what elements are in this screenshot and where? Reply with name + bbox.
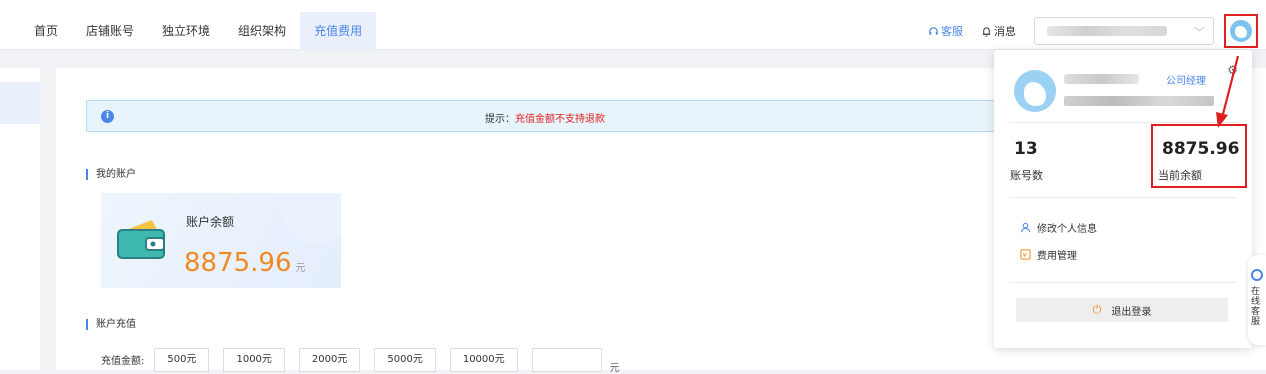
info-icon: i xyxy=(101,110,114,123)
avatar xyxy=(1230,20,1252,42)
main-nav: 首页 店铺账号 独立环境 组织架构 充值费用 xyxy=(20,12,377,50)
amount-option-10000[interactable]: 10000元 xyxy=(449,347,518,372)
account-select[interactable]: ﹀ xyxy=(1034,17,1214,45)
avatar xyxy=(1014,70,1056,112)
balance-value: 8875.96 xyxy=(184,248,292,278)
fee-icon: ¥ xyxy=(1020,249,1031,260)
amount-option-1000[interactable]: 1000元 xyxy=(223,347,285,372)
nav-item-recharge[interactable]: 充值费用 xyxy=(300,12,377,50)
divider xyxy=(1010,197,1236,198)
sidebar-item-selected[interactable] xyxy=(0,82,40,124)
logout-label: 退出登录 xyxy=(1111,306,1152,318)
online-service-tab[interactable]: 在线客服 xyxy=(1248,255,1266,345)
notice-alert: i 提示：充值金额不支持退款 xyxy=(86,100,996,132)
amount-option-2000[interactable]: 2000元 xyxy=(298,347,361,372)
redacted-user-info xyxy=(1064,96,1214,106)
nav-item-store-accounts[interactable]: 店铺账号 xyxy=(72,12,148,50)
recharge-title: 账户充值 xyxy=(86,319,136,330)
card-decoration xyxy=(281,193,341,243)
redacted-account-name xyxy=(1047,26,1167,36)
nav-item-independent-env[interactable]: 独立环境 xyxy=(148,12,224,50)
recharge-amount-label: 充值金额: xyxy=(101,356,145,367)
balance-label: 账户余额 xyxy=(186,215,235,229)
notice-prefix: 提示： xyxy=(485,114,515,125)
nav-item-org-structure[interactable]: 组织架构 xyxy=(224,12,300,50)
sidebar xyxy=(0,68,40,370)
nav-item-home[interactable]: 首页 xyxy=(20,12,72,50)
balance-card: 账户余额 8875.96 元 xyxy=(101,193,341,288)
edit-profile-label: 修改个人信息 xyxy=(1037,224,1097,235)
balance-amount: 8875.96 元 xyxy=(184,248,306,278)
headset-icon xyxy=(1251,269,1263,281)
user-dropdown-panel: ⚙ 公司经理 13 账号数 8875.96 当前余额 修改个人信息 ¥ 费用管理… xyxy=(994,50,1252,348)
power-icon: ⏻ xyxy=(1092,303,1102,316)
custom-amount-input[interactable] xyxy=(531,347,602,372)
online-service-label: 在线客服 xyxy=(1251,287,1261,327)
header-actions: 客服 消息 ﹀ xyxy=(928,12,1266,50)
notice-text: 提示：充值金额不支持退款 xyxy=(485,110,605,125)
highlight-box xyxy=(1151,124,1247,188)
chevron-down-icon: ﹀ xyxy=(1194,26,1205,39)
amount-option-500[interactable]: 500元 xyxy=(154,347,210,372)
fee-management-item[interactable]: ¥ 费用管理 xyxy=(1020,247,1077,262)
account-count-label: 账号数 xyxy=(1010,169,1043,182)
headset-icon xyxy=(929,26,938,35)
balance-unit: 元 xyxy=(295,263,306,274)
amount-option-5000[interactable]: 5000元 xyxy=(374,347,436,372)
bell-icon xyxy=(982,26,991,37)
my-account-title: 我的账户 xyxy=(86,169,136,180)
messages-label: 消息 xyxy=(994,25,1016,38)
customer-service-label: 客服 xyxy=(941,25,963,38)
notice-warning: 充值金额不支持退款 xyxy=(515,114,605,125)
fee-management-label: 费用管理 xyxy=(1037,251,1077,262)
divider xyxy=(1010,122,1236,123)
divider xyxy=(1010,282,1236,283)
messages-link[interactable]: 消息 xyxy=(981,23,1016,39)
user-role: 公司经理 xyxy=(1166,76,1206,87)
account-count: 13 xyxy=(1014,139,1038,159)
user-avatar-button[interactable] xyxy=(1224,14,1258,48)
custom-amount-unit: 元 xyxy=(609,363,620,374)
svg-text:¥: ¥ xyxy=(1023,251,1027,259)
edit-profile-item[interactable]: 修改个人信息 xyxy=(1020,220,1097,235)
logout-button[interactable]: ⏻ 退出登录 xyxy=(1016,298,1228,322)
redacted-username xyxy=(1064,74,1139,84)
user-icon xyxy=(1020,222,1031,233)
gear-icon[interactable]: ⚙ xyxy=(1227,63,1238,77)
customer-service-link[interactable]: 客服 xyxy=(928,23,963,39)
wallet-icon xyxy=(117,220,165,259)
